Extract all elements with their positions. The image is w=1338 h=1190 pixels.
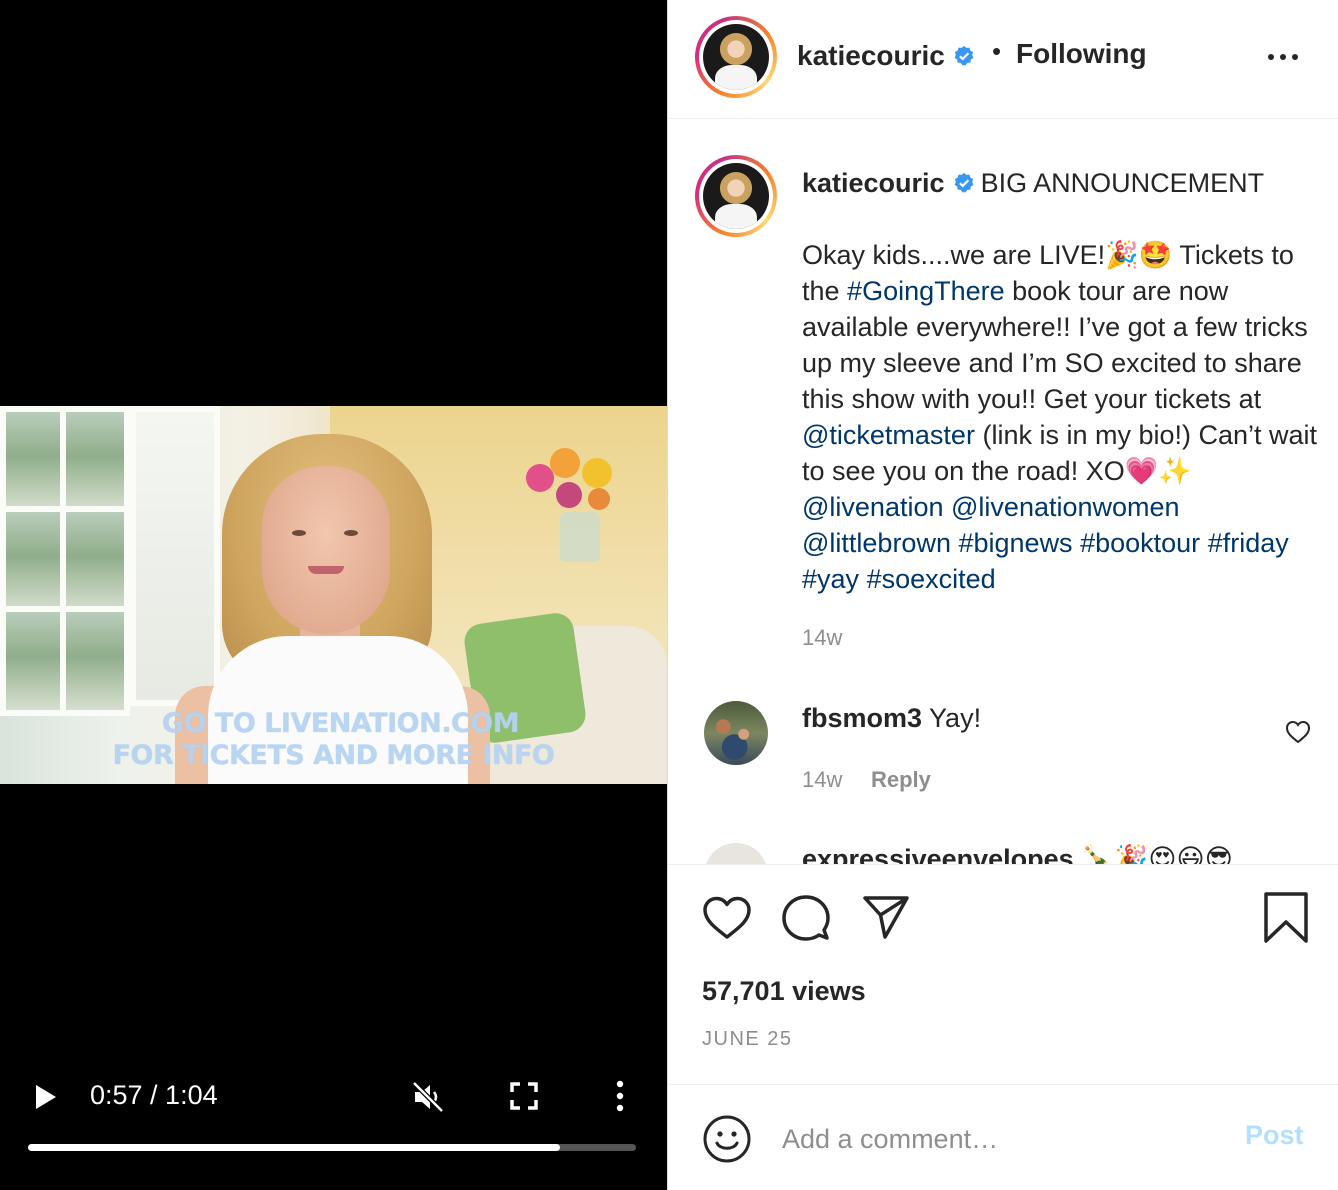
caption-timestamp[interactable]: 14w <box>802 625 842 651</box>
caption-tag-link[interactable]: #GoingThere <box>847 276 1005 306</box>
caption-tag-link[interactable]: #friday <box>1208 528 1289 558</box>
caption-tag-link[interactable]: #soexcited <box>867 564 996 594</box>
muted-speaker-icon <box>412 1081 444 1113</box>
person-eye <box>292 530 306 536</box>
header-separator: • <box>992 36 1002 66</box>
options-button[interactable] <box>1266 44 1300 70</box>
flower-bouquet <box>526 444 626 514</box>
speech-bubble-icon <box>782 895 830 941</box>
more-controls-button[interactable] <box>610 1080 630 1112</box>
views-count[interactable]: 57,701 views <box>702 976 866 1007</box>
comment-text: Yay! <box>929 703 982 733</box>
video-player[interactable]: GO TO LIVENATION.COM FOR TICKETS AND MOR… <box>0 0 667 1190</box>
comment-timestamp[interactable]: 14w <box>802 767 842 793</box>
play-icon <box>36 1085 56 1109</box>
fullscreen-icon <box>510 1082 538 1110</box>
post-panel: katiecouric • Following katiecouric BIG … <box>667 0 1338 1190</box>
play-button[interactable] <box>34 1084 58 1110</box>
heart-icon <box>1285 720 1311 744</box>
fullscreen-button[interactable] <box>510 1082 538 1110</box>
caption-text <box>859 564 867 594</box>
caption-tag-link[interactable]: #booktour <box>1080 528 1200 558</box>
video-progress-bar[interactable] <box>28 1144 636 1151</box>
video-overlay-text: FOR TICKETS AND MORE INFO <box>112 740 555 771</box>
caption-text <box>944 492 952 522</box>
bookmark-icon <box>1264 892 1308 943</box>
smiley-icon <box>703 1115 751 1163</box>
header-avatar[interactable] <box>695 16 777 98</box>
caption-body: Okay kids....we are LIVE!🎉🤩 Tickets to t… <box>802 237 1322 597</box>
like-button[interactable] <box>702 894 752 942</box>
comment-username[interactable]: fbsmom3 <box>802 703 922 733</box>
window-frame <box>130 406 220 706</box>
caption-tag-link[interactable]: @littlebrown <box>802 528 951 558</box>
emoji-button[interactable] <box>702 1114 752 1164</box>
caption-avatar[interactable] <box>695 155 777 237</box>
caption-tag-link[interactable]: #bignews <box>958 528 1072 558</box>
caption-username[interactable]: katiecouric <box>802 168 945 198</box>
caption-text <box>1289 528 1297 558</box>
vertical-ellipsis-icon <box>616 1080 624 1112</box>
comment-avatar[interactable] <box>704 701 768 765</box>
video-progress-fill <box>28 1144 560 1151</box>
post-caption: katiecouric BIG ANNOUNCEMENT Okay kids..… <box>802 165 1322 597</box>
caption-heading: BIG ANNOUNCEMENT <box>980 168 1265 198</box>
reply-button[interactable]: Reply <box>871 767 931 793</box>
comment-avatar[interactable] <box>704 843 768 864</box>
header-username-link[interactable]: katiecouric <box>797 40 975 72</box>
header-username[interactable]: katiecouric <box>797 40 945 71</box>
divider <box>668 864 1338 865</box>
partial-comment: expressiveenvelopes 🍾🎉😍😃😎 <box>802 844 1233 864</box>
mute-button[interactable] <box>411 1080 445 1114</box>
post-date[interactable]: JUNE 25 <box>702 1028 793 1051</box>
caption-tag-link[interactable]: #yay <box>802 564 859 594</box>
share-button[interactable] <box>861 893 911 941</box>
comment-input[interactable] <box>782 1116 1222 1162</box>
window-pane <box>60 506 130 616</box>
verified-badge-icon <box>954 172 974 193</box>
comment-like-button[interactable] <box>1285 720 1311 744</box>
video-time-display: 0:57 / 1:04 <box>90 1080 218 1110</box>
window-pane <box>60 606 130 716</box>
caption-tag-link[interactable]: @ticketmaster <box>802 420 975 450</box>
person-eye <box>344 530 358 536</box>
caption-tag-link[interactable]: @livenationwomen <box>951 492 1180 522</box>
following-button[interactable]: Following <box>1016 38 1147 70</box>
comment-button[interactable] <box>781 893 831 943</box>
comment-row: fbsmom3 Yay! <box>802 703 981 734</box>
save-button[interactable] <box>1263 892 1309 944</box>
caption-text <box>1200 528 1208 558</box>
post-comment-button[interactable]: Post <box>1245 1120 1304 1151</box>
person-face <box>262 466 390 634</box>
vase <box>560 512 600 562</box>
verified-badge-icon <box>954 45 974 66</box>
caption-text <box>1073 528 1081 558</box>
caption-text <box>1180 492 1188 522</box>
heart-icon <box>703 896 751 939</box>
window-pane <box>60 406 130 516</box>
caption-header-line: katiecouric BIG ANNOUNCEMENT <box>802 165 1322 201</box>
video-overlay-text: GO TO LIVENATION.COM <box>161 708 520 739</box>
horizontal-ellipsis-icon <box>1268 54 1298 60</box>
paper-plane-icon <box>863 896 909 939</box>
divider <box>668 1084 1338 1085</box>
person-mouth <box>308 566 344 574</box>
caption-tag-link[interactable]: @livenation <box>802 492 944 522</box>
comments-scroll-area[interactable]: katiecouric BIG ANNOUNCEMENT Okay kids..… <box>668 119 1338 864</box>
